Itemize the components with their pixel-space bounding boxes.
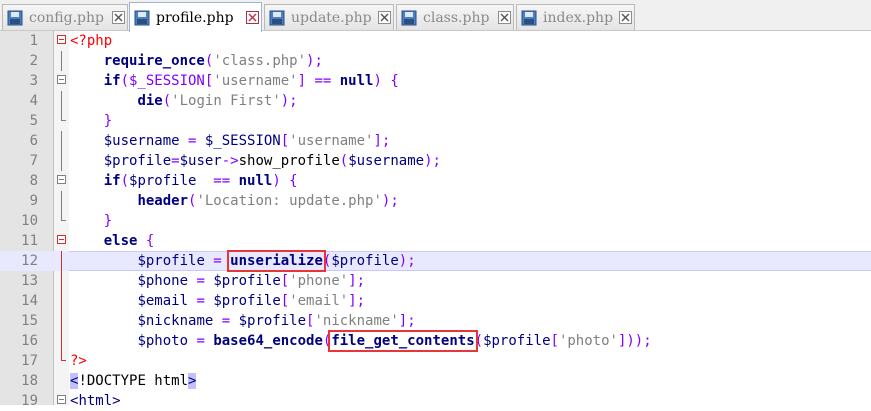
- fold-toggle-icon[interactable]: [57, 395, 66, 404]
- line-number: 13: [21, 273, 38, 289]
- code-text: <?php: [70, 33, 113, 49]
- code-line[interactable]: 8 if($profile == null) {: [0, 171, 871, 191]
- tab-label: profile.php: [156, 9, 234, 26]
- tab-bar: config.php profile.php update.php class.…: [0, 0, 871, 32]
- code-line-current[interactable]: 12 $profile = unserialize($profile);: [0, 250, 871, 272]
- code-line[interactable]: 13 $phone = $profile['phone'];: [0, 271, 871, 291]
- fold-toggle-icon[interactable]: [57, 75, 66, 84]
- line-number: 16: [21, 333, 38, 349]
- tab-index-php[interactable]: index.php: [516, 4, 635, 30]
- code-text: }: [103, 213, 113, 229]
- line-number: 12: [21, 253, 38, 269]
- code-text: $photo = base64_encode(file_get_contents…: [137, 330, 652, 352]
- line-number: 5: [29, 113, 38, 129]
- code-text: if($_SESSION['username'] == null) {: [103, 73, 399, 89]
- line-number: 17: [21, 353, 38, 369]
- code-line[interactable]: 11 else {: [0, 231, 871, 251]
- line-number: 6: [29, 133, 38, 149]
- fold-toggle-icon[interactable]: [57, 35, 66, 44]
- fold-guide: [61, 251, 62, 271]
- close-icon[interactable]: [498, 11, 511, 24]
- fold-guide: [61, 331, 62, 351]
- code-line[interactable]: 18 <!DOCTYPE html>: [0, 371, 871, 391]
- code-text: $nickname = $profile['nickname'];: [137, 313, 416, 329]
- code-text: $profile=$user->show_profile($username);: [103, 153, 441, 169]
- highlight-file-get-contents: file_get_contents: [328, 330, 478, 352]
- fold-guide: [61, 151, 62, 171]
- tab-label: update.php: [291, 9, 372, 26]
- line-number: 1: [29, 33, 38, 49]
- fold-end-marker: [61, 351, 66, 361]
- tab-update-php[interactable]: update.php: [264, 4, 394, 30]
- line-number: 18: [21, 373, 38, 389]
- save-icon: [401, 10, 417, 25]
- fold-guide: [61, 311, 62, 331]
- tab-label: config.php: [29, 9, 104, 26]
- line-number: 7: [29, 153, 38, 169]
- code-text: else {: [103, 233, 155, 249]
- code-line[interactable]: 1 <?php: [0, 31, 871, 51]
- code-line[interactable]: 2 require_once('class.php');: [0, 51, 871, 71]
- code-line[interactable]: 9 header('Location: update.php');: [0, 191, 871, 211]
- line-number: 15: [21, 313, 38, 329]
- line-number: 3: [29, 73, 38, 89]
- line-number: 8: [29, 173, 38, 189]
- code-text: die('Login First');: [137, 93, 298, 109]
- close-icon[interactable]: [378, 11, 391, 24]
- code-line[interactable]: 3 if($_SESSION['username'] == null) {: [0, 71, 871, 91]
- close-icon[interactable]: [246, 11, 259, 24]
- code-text: require_once('class.php');: [103, 53, 323, 69]
- code-line[interactable]: 10 }: [0, 211, 871, 231]
- tab-label: index.php: [543, 9, 614, 26]
- code-text: $username = $_SESSION['username'];: [103, 133, 391, 149]
- highlight-unserialize: unserialize: [227, 250, 326, 272]
- line-number: 9: [29, 193, 38, 209]
- fold-guide: [61, 131, 62, 151]
- tab-profile-php[interactable]: profile.php: [129, 2, 262, 32]
- code-line[interactable]: 17 ?>: [0, 351, 871, 371]
- fold-guide: [61, 271, 62, 291]
- code-line[interactable]: 16 $photo = base64_encode(file_get_conte…: [0, 330, 871, 352]
- code-text: $phone = $profile['phone'];: [137, 273, 366, 289]
- code-text: }: [103, 113, 113, 129]
- code-line[interactable]: 7 $profile=$user->show_profile($username…: [0, 151, 871, 171]
- tab-config-php[interactable]: config.php: [2, 4, 128, 30]
- code-line[interactable]: 4 die('Login First');: [0, 91, 871, 111]
- fold-toggle-icon[interactable]: [57, 175, 66, 184]
- fold-end-marker: [61, 111, 66, 121]
- code-text: $email = $profile['email'];: [137, 293, 366, 309]
- fold-guide: [61, 91, 62, 111]
- tab-class-php[interactable]: class.php: [396, 4, 514, 30]
- fold-guide: [61, 191, 62, 211]
- code-text: <html>: [70, 393, 121, 409]
- code-line[interactable]: 14 $email = $profile['email'];: [0, 291, 871, 311]
- code-text: $profile = unserialize($profile);: [137, 250, 416, 272]
- line-number: 2: [29, 53, 38, 69]
- code-text: <!DOCTYPE html>: [70, 373, 197, 389]
- line-number: 11: [21, 233, 38, 249]
- line-number: 19: [21, 393, 38, 409]
- save-icon: [7, 10, 23, 25]
- fold-guide: [61, 51, 62, 71]
- fold-toggle-icon[interactable]: [57, 235, 66, 244]
- save-icon: [269, 10, 285, 25]
- close-icon[interactable]: [112, 11, 125, 24]
- line-number: 4: [29, 93, 38, 109]
- code-line[interactable]: 5 }: [0, 111, 871, 131]
- tab-label: class.php: [423, 9, 490, 26]
- fold-end-marker: [61, 211, 66, 221]
- code-text: if($profile == null) {: [103, 173, 298, 189]
- code-text: ?>: [70, 353, 87, 369]
- save-icon: [134, 10, 150, 25]
- fold-guide: [61, 291, 62, 311]
- line-number: 14: [21, 293, 38, 309]
- close-icon[interactable]: [619, 11, 632, 24]
- code-line[interactable]: 15 $nickname = $profile['nickname'];: [0, 311, 871, 331]
- save-icon: [521, 10, 537, 25]
- code-text: header('Location: update.php');: [137, 193, 399, 209]
- line-number: 10: [21, 213, 38, 229]
- code-editor[interactable]: 1 <?php 2 require_once('class.php'); 3 i…: [0, 31, 871, 409]
- code-line[interactable]: 19 <html>: [0, 391, 871, 411]
- code-line[interactable]: 6 $username = $_SESSION['username'];: [0, 131, 871, 151]
